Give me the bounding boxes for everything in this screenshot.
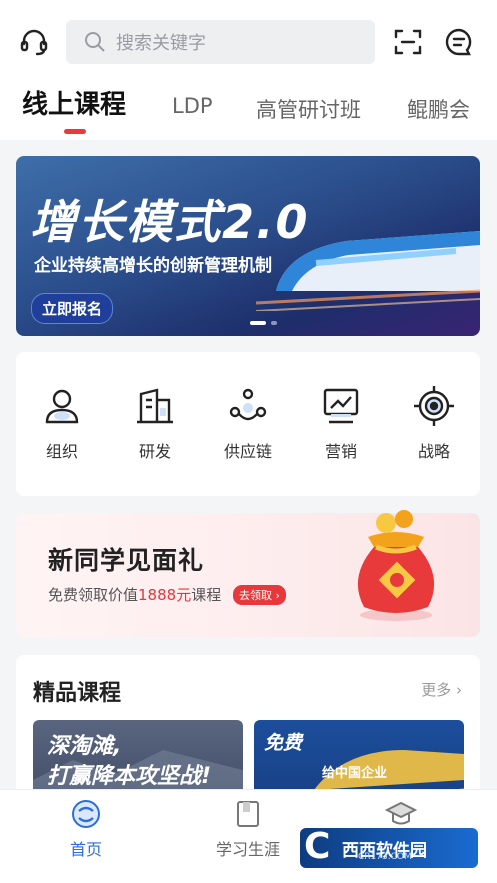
message-icon[interactable] (443, 26, 475, 58)
gift-desc-prefix: 免费领取价值 (48, 586, 139, 604)
tab-learning-career[interactable]: 学习生涯 (203, 798, 293, 860)
category-tabs: 线上课程 LDP 高管研讨班 鲲鹏会 (0, 88, 497, 132)
chart-monitor-icon (311, 384, 371, 428)
tab-kunpeng[interactable]: 鲲鹏会 (407, 94, 470, 124)
course-title-line2: 打赢降本攻坚战! (47, 764, 212, 789)
tab-label: 首页 (69, 840, 102, 859)
tab-indicator (64, 129, 86, 134)
gift-desc-suffix: 课程 (191, 586, 222, 604)
carousel-dot-active (250, 321, 266, 325)
promo-banner[interactable]: 增长模式2.0 企业持续高增长的创新管理机制 立即报名 (16, 156, 480, 336)
scan-icon[interactable] (392, 26, 424, 58)
building-icon (125, 384, 185, 428)
course-title-line1: 深淘滩, (47, 734, 122, 759)
category-rnd[interactable]: 研发 (125, 384, 185, 462)
category-marketing[interactable]: 营销 (311, 384, 371, 462)
category-strategy[interactable]: 战略 (404, 384, 464, 462)
claim-button[interactable]: 去领取 › (233, 585, 286, 605)
headset-icon[interactable] (18, 26, 50, 58)
gift-title: 新同学见面礼 (48, 546, 205, 575)
category-label: 战略 (417, 442, 450, 461)
course-title: 给中国企业 (322, 766, 388, 781)
carousel-indicator (250, 321, 277, 325)
carousel-dot (271, 321, 277, 325)
category-label: 营销 (324, 442, 357, 461)
site-watermark: C 西西软件园 CR173.COM (300, 826, 480, 870)
category-label: 供应链 (223, 442, 272, 461)
money-bag-icon (357, 510, 435, 621)
more-link[interactable]: 更多 › (421, 679, 462, 700)
person-icon (32, 384, 92, 428)
section-title: 精品课程 (33, 681, 122, 706)
gift-amount: 1888元 (138, 586, 192, 604)
free-badge: 免费 (264, 732, 303, 754)
network-icon (218, 384, 278, 428)
header: 搜索关键字 线上课程 LDP 高管研讨班 鲲鹏会 (0, 0, 497, 140)
category-label: 研发 (138, 442, 171, 461)
register-now-button[interactable]: 立即报名 (31, 293, 114, 324)
search-input[interactable]: 搜索关键字 (66, 20, 375, 64)
search-placeholder: 搜索关键字 (116, 33, 206, 54)
target-icon (404, 384, 464, 428)
search-icon (85, 32, 105, 52)
home-icon (41, 798, 131, 830)
tab-executive-seminar[interactable]: 高管研讨班 (256, 94, 361, 124)
category-label: 组织 (45, 442, 78, 461)
banner-title: 增长模式2.0 (30, 195, 310, 249)
book-icon (203, 798, 293, 830)
category-supply-chain[interactable]: 供应链 (218, 384, 278, 462)
banner-subtitle: 企业持续高增长的创新管理机制 (34, 256, 272, 276)
category-organization[interactable]: 组织 (32, 384, 92, 462)
category-grid: 组织 研发 供应链 营销 战略 (16, 352, 480, 496)
tab-home[interactable]: 首页 (41, 798, 131, 860)
tab-label: 学习生涯 (215, 840, 280, 859)
tab-ldp[interactable]: LDP (172, 94, 213, 118)
course-title: 深淘滩, 打赢降本攻坚战! (47, 732, 211, 792)
tab-online-courses[interactable]: 线上课程 (22, 84, 126, 121)
watermark-logo-icon: C (304, 826, 331, 867)
gift-description: 免费领取价值1888元课程 (48, 584, 221, 605)
watermark-domain: CR173.COM (358, 852, 412, 862)
new-student-gift-card[interactable]: 新同学见面礼 免费领取价值1888元课程 去领取 › (16, 510, 480, 637)
watermark-badge: C 西西软件园 CR173.COM (300, 828, 478, 868)
